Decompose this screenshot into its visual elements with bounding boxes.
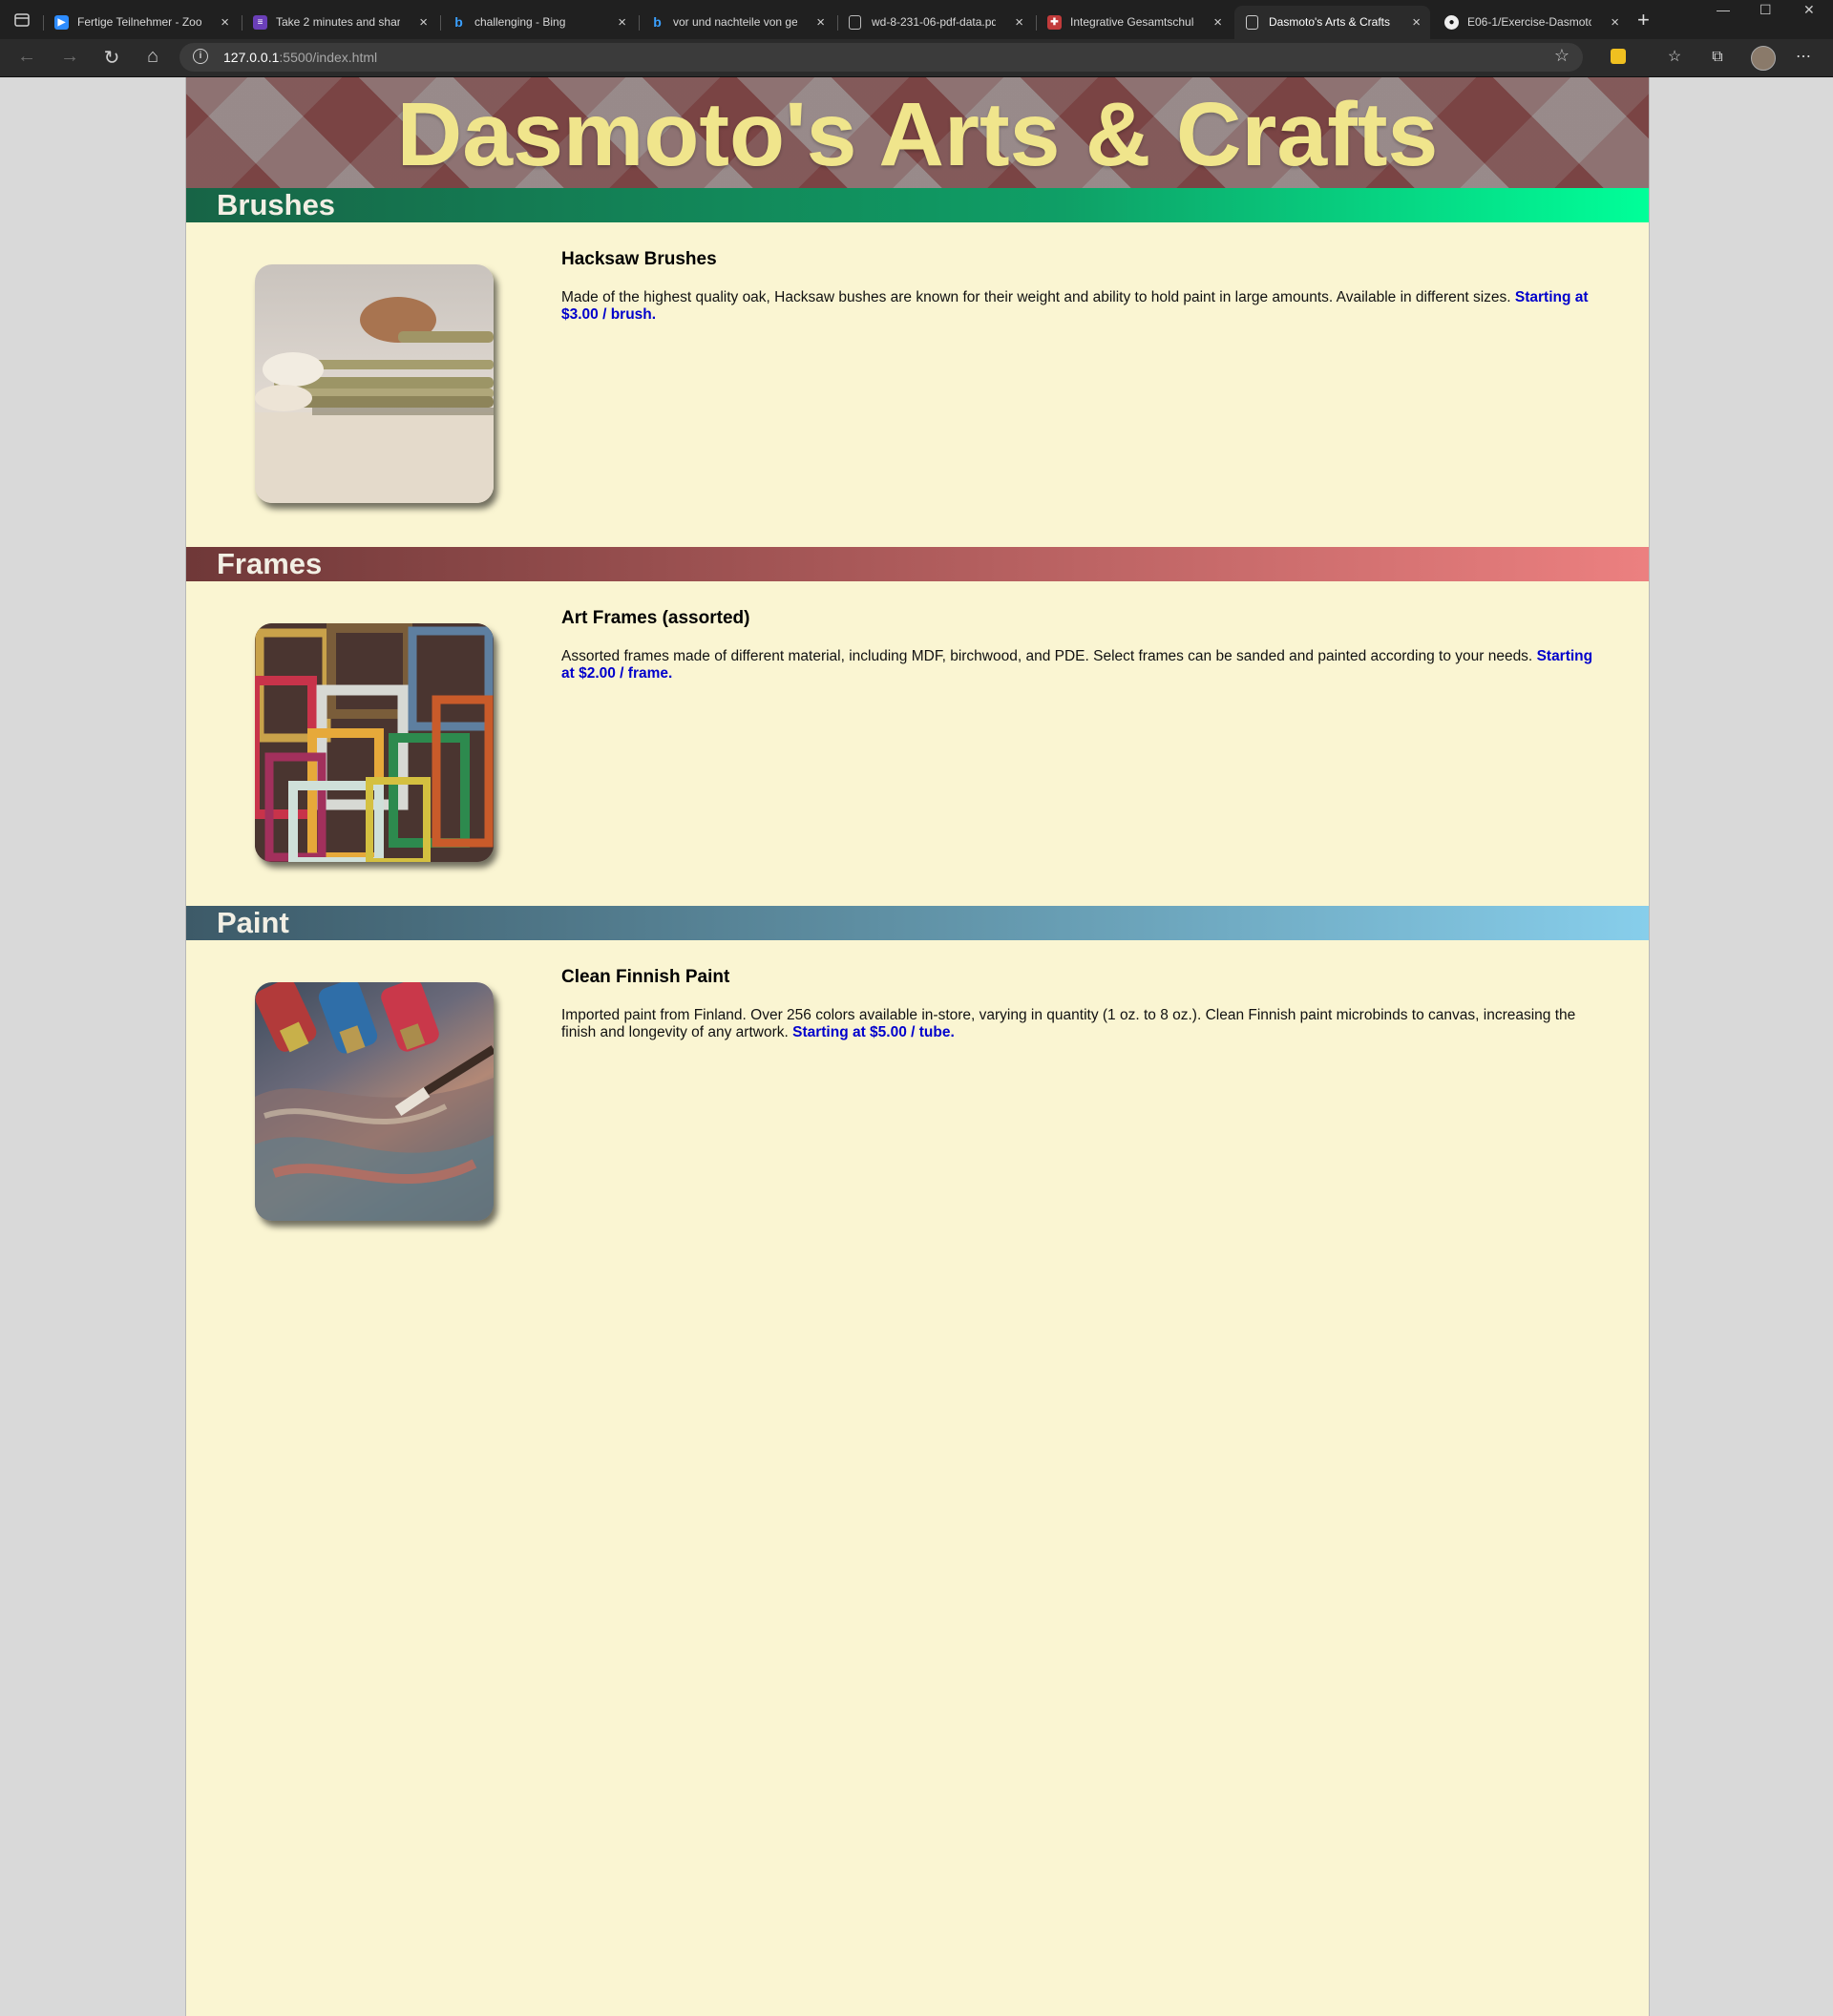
forward-button[interactable]: → [58,46,81,68]
section-heading-brushes: Brushes [186,188,1649,222]
product-item-brushes: Hacksaw Brushes Made of the highest qual… [186,222,1649,547]
close-tab-icon[interactable]: × [1213,6,1222,39]
browser-tab[interactable]: ✚ Integrative Gesamtschule × [1036,6,1232,39]
reload-button[interactable]: ↻ [100,46,123,70]
close-window-button[interactable]: ✕ [1803,2,1815,18]
site-container: Dasmoto's Arts & Crafts Brushes Hacksaw … [185,77,1650,2016]
favorites-icon[interactable]: ☆ [1664,47,1685,68]
maximize-button[interactable]: ☐ [1759,2,1772,18]
product-description: Art Frames (assorted) Assorted frames ma… [561,608,1602,682]
close-tab-icon[interactable]: × [618,6,626,39]
tab-actions-icon[interactable] [13,11,31,29]
more-options-icon[interactable]: ⋯ [1793,47,1814,68]
product-text: Assorted frames made of different materi… [561,648,1602,682]
close-tab-icon[interactable]: × [1412,6,1421,39]
github-icon: ● [1444,15,1459,30]
tab-title: wd-8-231-06-pdf-data.pdf [872,15,996,29]
product-title: Art Frames (assorted) [561,608,750,628]
site-icon: ✚ [1047,15,1062,30]
product-description-text: Made of the highest quality oak, Hacksaw… [561,289,1511,305]
product-text: Made of the highest quality oak, Hacksaw… [561,289,1602,324]
browser-tab[interactable]: ▶ Fertige Teilnehmer - Zoom × [43,6,239,39]
product-title: Clean Finnish Paint [561,967,730,987]
tab-title: vor und nachteile von gesa [673,15,797,29]
back-button[interactable]: ← [15,46,38,68]
favorite-star-icon[interactable]: ☆ [1554,46,1570,66]
tab-title: challenging - Bing [474,15,566,29]
address-bar[interactable]: i 127.0.0.1:5500/index.html ☆ [179,43,1583,72]
bing-icon: b [454,14,463,30]
browser-tab[interactable]: ● E06-1/Exercise-Dasmoto × [1433,6,1629,39]
browser-tab-active[interactable]: Dasmoto's Arts & Crafts × [1234,6,1430,39]
close-tab-icon[interactable]: × [816,6,825,39]
tab-title: E06-1/Exercise-Dasmoto [1467,15,1591,29]
product-item-paint: Clean Finnish Paint Imported paint from … [186,940,1649,1265]
product-description: Hacksaw Brushes Made of the highest qual… [561,249,1602,324]
close-tab-icon[interactable]: × [221,6,229,39]
profile-avatar[interactable] [1751,46,1776,71]
browser-tab[interactable]: b challenging - Bing × [440,6,636,39]
product-description: Clean Finnish Paint Imported paint from … [561,967,1602,1041]
close-tab-icon[interactable]: × [1015,6,1023,39]
section-heading-paint: Paint [186,906,1649,940]
tab-title: Take 2 minutes and share y [276,15,400,29]
price-text: Starting at $5.00 / tube. [792,1024,955,1040]
frames-image [255,623,494,862]
url-host: 127.0.0.1 [223,50,280,65]
product-title: Hacksaw Brushes [561,249,717,269]
url-text[interactable]: 127.0.0.1:5500/index.html [223,50,377,65]
product-description-text: Imported paint from Finland. Over 256 co… [561,1007,1576,1040]
browser-tab[interactable]: ≡ Take 2 minutes and share y × [242,6,437,39]
page-viewport: Dasmoto's Arts & Crafts Brushes Hacksaw … [0,77,1833,2016]
tab-title: Fertige Teilnehmer - Zoom [77,15,201,29]
forms-icon: ≡ [253,15,267,30]
product-item-frames: Art Frames (assorted) Assorted frames ma… [186,581,1649,906]
header-banner: Dasmoto's Arts & Crafts [186,77,1649,188]
close-tab-icon[interactable]: × [1611,6,1619,39]
collections-icon[interactable] [1611,49,1626,64]
document-icon [1246,15,1258,30]
minimize-button[interactable]: — [1717,2,1730,17]
home-button[interactable]: ⌂ [141,46,164,68]
site-info-icon[interactable]: i [193,49,208,64]
tab-title: Dasmoto's Arts & Crafts [1269,15,1390,29]
section-heading-frames: Frames [186,547,1649,581]
paint-image [255,982,494,1221]
close-tab-icon[interactable]: × [419,6,428,39]
brushes-image [255,264,494,503]
tab-title: Integrative Gesamtschule [1070,15,1194,29]
browser-toolbar: ← → ↻ ⌂ i 127.0.0.1:5500/index.html ☆ ☆ … [0,39,1833,77]
browser-chrome: ▶ Fertige Teilnehmer - Zoom × ≡ Take 2 m… [0,0,1833,77]
product-description-text: Assorted frames made of different materi… [561,648,1533,664]
product-text: Imported paint from Finland. Over 256 co… [561,1007,1602,1041]
browser-tab[interactable]: b vor und nachteile von gesa × [639,6,834,39]
url-path: :5500/index.html [279,50,378,65]
collections-toolbar-icon[interactable]: ⧉ [1707,47,1728,68]
document-icon [849,15,861,30]
page-title: Dasmoto's Arts & Crafts [396,84,1439,185]
zoom-icon: ▶ [54,15,69,30]
browser-tab[interactable]: wd-8-231-06-pdf-data.pdf × [837,6,1033,39]
new-tab-button[interactable]: + [1637,8,1650,32]
bing-icon: b [653,14,662,30]
tab-strip: ▶ Fertige Teilnehmer - Zoom × ≡ Take 2 m… [0,0,1833,39]
